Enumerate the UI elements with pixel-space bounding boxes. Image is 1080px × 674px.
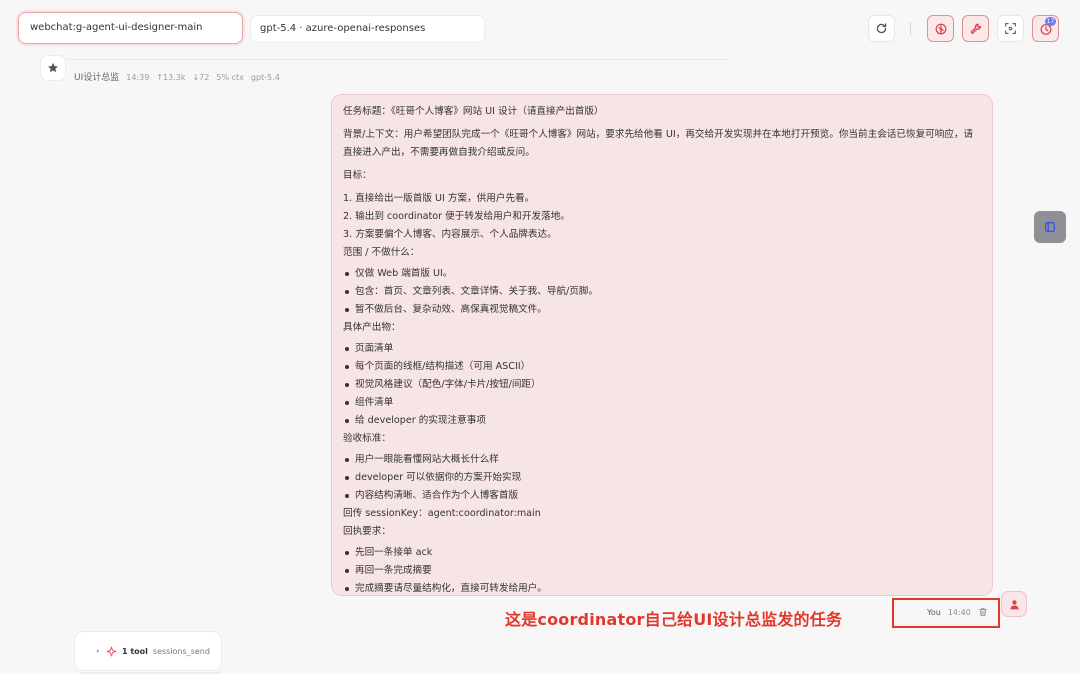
sparkle-icon (106, 646, 117, 656)
refresh-icon (876, 23, 887, 34)
scope-heading: 范围 / 不做什么： (343, 247, 420, 258)
list-item: 先回一条接单 ack (343, 544, 981, 562)
message-bubble: 任务标题：《旺哥个人博客》网站 UI 设计（请直接产出首版） 背景/上下文：用户… (331, 94, 993, 596)
acceptance-heading: 验收标准： (343, 433, 391, 444)
user-meta: You 14:40 (927, 607, 988, 617)
reply-list: 先回一条接单 ack 再回一条完成摘要 完成摘要请尽量结构化，直接可转发给用户。 (343, 544, 981, 595)
list-item: 页面清单 (343, 340, 981, 358)
task-title: 任务标题：《旺哥个人博客》网站 UI 设计（请直接产出首版） (343, 106, 604, 117)
star-icon (48, 62, 58, 73)
tokens-up: ↑13.3k (156, 73, 186, 82)
context-usage: 5% ctx (216, 73, 244, 82)
focus-mode-button[interactable] (997, 15, 1024, 42)
deliverables-list: 页面清单 每个页面的线框/结构描述（可用 ASCII） 视觉风格建议（配色/字体… (343, 340, 981, 430)
refresh-button[interactable] (868, 15, 895, 42)
list-item: 完成摘要请尽量结构化，直接可转发给用户。 (343, 580, 981, 595)
panel-icon (1044, 221, 1056, 233)
list-item: 包含：首页、文章列表、文章详情、关于我、导航/页脚。 (343, 283, 981, 301)
trash-icon[interactable] (978, 607, 988, 617)
session-key: 回传 sessionKey：agent:coordinator:main (343, 508, 541, 519)
list-item: developer 可以依据你的方案开始实现 (343, 469, 981, 487)
brain-icon (935, 23, 946, 34)
tool-count: 1 tool (122, 646, 148, 656)
agent-avatar (40, 55, 66, 81)
user-message-time: 14:40 (947, 607, 971, 617)
deliverables-heading: 具体产出物： (343, 322, 401, 333)
wrench-icon (970, 23, 981, 34)
list-item: 视觉风格建议（配色/字体/卡片/按钮/间距） (343, 376, 981, 394)
acceptance-list: 用户一眼能看懂网站大概长什么样 developer 可以依据你的方案开始实现 内… (343, 451, 981, 505)
list-item: 给 developer 的实现注意事项 (343, 412, 981, 430)
sender-name: You (927, 607, 941, 617)
annotation-text: 这是coordinator自己给UI设计总监发的任务 (505, 610, 843, 629)
header-divider (68, 59, 728, 60)
list-item: 用户一眼能看懂网站大概长什么样 (343, 451, 981, 469)
goal-item: 3. 方案要偏个人博客、内容展示、个人品牌表达。 (343, 229, 557, 240)
message-time: 14:39 (126, 73, 150, 82)
model-select[interactable]: gpt-5.4 · azure-openai-responses (250, 15, 485, 43)
user-icon (1009, 599, 1019, 609)
assistant-meta: UI设计总监 14:39 ↑13.3k ↓72 5% ctx gpt-5.4 (74, 70, 280, 83)
tokens-down: ↓72 (192, 73, 210, 82)
reply-heading: 回执要求： (343, 526, 391, 537)
agent-name: UI设计总监 (74, 73, 120, 83)
tool-name: sessions_send (152, 646, 210, 656)
focus-icon (1005, 23, 1016, 34)
history-button[interactable]: 17 (1032, 15, 1059, 42)
chevron-right-icon (96, 649, 100, 653)
list-item: 内容结构清晰、适合作为个人博客首版 (343, 487, 981, 505)
scope-list: 仅做 Web 端首版 UI。 包含：首页、文章列表、文章详情、关于我、导航/页脚… (343, 265, 981, 319)
goal-item: 2. 输出到 coordinator 便于转发给用户和开发落地。 (343, 211, 570, 222)
session-select[interactable]: webchat:g-agent-ui-designer-main (18, 12, 243, 44)
list-item: 再回一条完成摘要 (343, 562, 981, 580)
model-label: gpt-5.4 (250, 73, 280, 82)
list-item: 组件清单 (343, 394, 981, 412)
tool-call-chip[interactable]: 1 tool sessions_send (74, 631, 222, 671)
goals-heading: 目标： (343, 170, 372, 181)
goal-item: 1. 直接给出一版首版 UI 方案，供用户先看。 (343, 193, 535, 204)
side-panel-button[interactable] (1034, 211, 1066, 243)
tools-toggle-button[interactable] (962, 15, 989, 42)
thinking-toggle-button[interactable] (927, 15, 954, 42)
user-avatar (1001, 591, 1027, 617)
toolbar-divider (910, 22, 911, 35)
goals-list: 1. 直接给出一版首版 UI 方案，供用户先看。 2. 输出到 coordina… (343, 190, 981, 244)
task-background: 背景/上下文：用户希望团队完成一个《旺哥个人博客》网站，要求先给他看 UI，再交… (343, 129, 974, 158)
list-item: 暂不做后台、复杂动效、高保真视觉稿文件。 (343, 301, 981, 319)
list-item: 每个页面的线框/结构描述（可用 ASCII） (343, 358, 981, 376)
history-badge: 17 (1045, 17, 1056, 26)
list-item: 仅做 Web 端首版 UI。 (343, 265, 981, 283)
